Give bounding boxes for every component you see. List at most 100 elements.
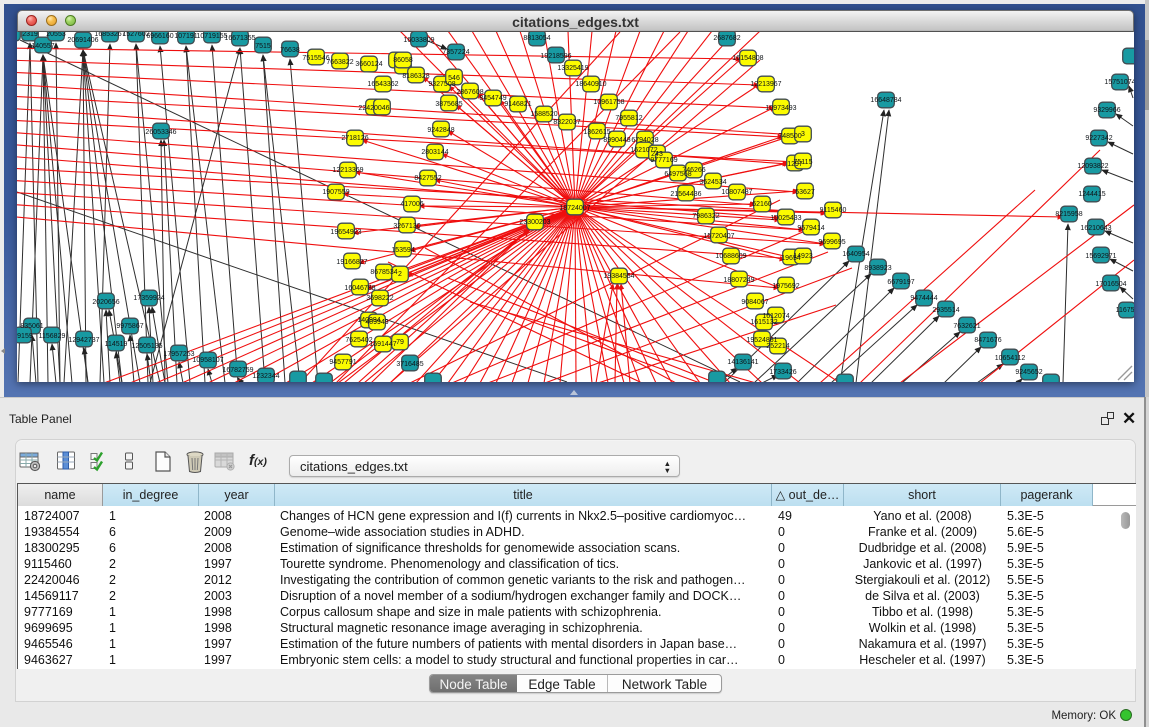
svg-text:1975692: 1975692 [772,283,799,290]
svg-text:116753: 116753 [1116,307,1134,314]
svg-text:2: 2 [398,271,402,278]
svg-text:9457791: 9457791 [329,359,356,366]
svg-text:86058: 86058 [393,57,413,64]
svg-text:546: 546 [448,75,460,82]
svg-text:8678534: 8678534 [370,269,397,276]
svg-text:6679197: 6679197 [887,279,914,286]
svg-text:19654923: 19654923 [330,229,361,236]
svg-text:16671355: 16671355 [224,35,255,42]
svg-text:8215958: 8215958 [1055,211,1082,218]
svg-text:9084067: 9084067 [741,299,768,306]
svg-text:3698222: 3698222 [366,295,393,302]
svg-text:19166827: 19166827 [336,259,367,266]
svg-text:76638: 76638 [280,47,300,54]
svg-text:9975867: 9975867 [116,323,143,330]
svg-text:2718126: 2718126 [341,135,368,142]
svg-text:10654112: 10654112 [995,355,1026,362]
svg-text:20691406: 20691406 [67,37,98,44]
svg-text:9699695: 9699695 [818,239,845,246]
svg-text:10973493: 10973493 [765,105,796,112]
svg-text:18724007: 18724007 [559,205,590,212]
svg-text:13325419: 13325419 [557,65,588,72]
svg-text:153594: 153594 [391,247,414,254]
svg-text:8322037: 8322037 [553,119,580,126]
svg-text:1733426: 1733426 [769,369,796,376]
svg-text:15720407: 15720407 [703,233,734,240]
svg-text:53627: 53627 [795,189,815,196]
svg-text:3624534: 3624534 [699,179,726,186]
svg-text:1362615: 1362615 [583,129,610,136]
svg-text:2319: 2319 [22,32,38,38]
svg-text:3: 3 [801,131,805,138]
svg-text:6966160: 6966160 [146,33,173,40]
svg-text:16154808: 16154808 [732,55,763,62]
svg-text:252214: 252214 [766,343,789,350]
svg-text:1907559: 1907559 [322,189,349,196]
svg-text:9242848: 9242848 [427,127,454,134]
svg-text:10688609: 10688609 [715,253,746,260]
svg-text:79: 79 [396,339,404,346]
svg-text:7986322: 7986322 [692,213,719,220]
svg-text:6794028: 6794028 [631,137,658,144]
svg-text:7357224: 7357224 [442,49,469,56]
svg-text:2803144: 2803144 [421,149,448,156]
svg-text:8813054: 8813054 [523,35,550,42]
svg-text:8454749: 8454749 [479,95,506,102]
svg-text:1588520: 1588520 [530,111,557,118]
svg-text:7955812: 7955812 [615,115,642,122]
svg-text:9327508: 9327508 [428,81,455,88]
svg-text:9227342: 9227342 [1085,135,1112,142]
svg-text:9579414: 9579414 [797,225,824,232]
svg-text:12505135: 12505135 [131,343,162,350]
svg-text:16046788: 16046788 [344,285,375,292]
svg-text:17016504: 17016504 [1095,281,1126,288]
svg-text:26053346: 26053346 [145,129,176,136]
svg-text:15692971: 15692971 [1085,253,1116,260]
svg-text:7515: 7515 [255,43,271,50]
svg-text:10719155: 10719155 [196,33,227,40]
svg-text:3267130: 3267130 [393,223,420,230]
svg-text:12213967: 12213967 [750,81,781,88]
svg-text:20553: 20553 [46,32,66,38]
svg-text:12093822: 12093822 [1077,163,1108,170]
svg-text:746266: 746266 [682,167,705,174]
svg-text:12213369: 12213369 [332,167,363,174]
svg-text:1640954: 1640954 [842,251,869,258]
svg-text:15751074: 15751074 [1104,79,1134,86]
svg-text:7632621: 7632621 [953,323,980,330]
svg-text:1615132: 1615132 [750,319,777,326]
svg-text:8938923: 8938923 [864,265,891,272]
svg-text:16648784: 16648784 [870,97,901,104]
svg-text:3660124: 3660124 [355,61,382,68]
svg-text:10958107: 10958107 [192,357,223,364]
svg-text:1232344: 1232344 [252,373,279,380]
svg-text:10807487: 10807487 [721,189,752,196]
svg-text:21564436: 21564436 [670,191,701,198]
svg-text:748500: 748500 [778,133,801,140]
svg-text:107191: 107191 [174,33,197,40]
svg-text:19384554: 19384554 [603,273,634,280]
svg-text:3716485: 3716485 [396,361,423,368]
svg-text:12942737: 12942737 [68,337,99,344]
svg-text:10025433: 10025433 [770,215,801,222]
svg-text:9146821: 9146821 [504,101,531,108]
svg-text:16033809: 16033809 [403,37,434,44]
svg-text:22420046: 22420046 [358,105,389,112]
svg-text:17359924: 17359924 [133,295,164,302]
svg-text:75115: 75115 [794,159,813,166]
svg-text:16853267: 16853267 [94,32,125,38]
svg-text:8427552: 8427552 [414,175,441,182]
svg-text:1244415: 1244415 [1078,191,1105,198]
svg-text:2935514: 2935514 [932,307,959,314]
svg-text:2687682: 2687682 [713,35,740,42]
svg-text:114519: 114519 [105,341,128,348]
svg-text:835061: 835061 [20,323,43,330]
svg-text:8186328: 8186328 [402,73,429,80]
svg-text:140557: 140557 [31,43,54,50]
svg-text:9474444: 9474444 [910,295,937,302]
svg-text:17957253: 17957253 [163,351,194,358]
svg-text:9329966: 9329966 [1093,107,1120,114]
svg-text:62160: 62160 [752,201,772,208]
svg-text:16782759: 16782759 [222,367,253,374]
svg-text:23300203: 23300203 [519,219,550,226]
